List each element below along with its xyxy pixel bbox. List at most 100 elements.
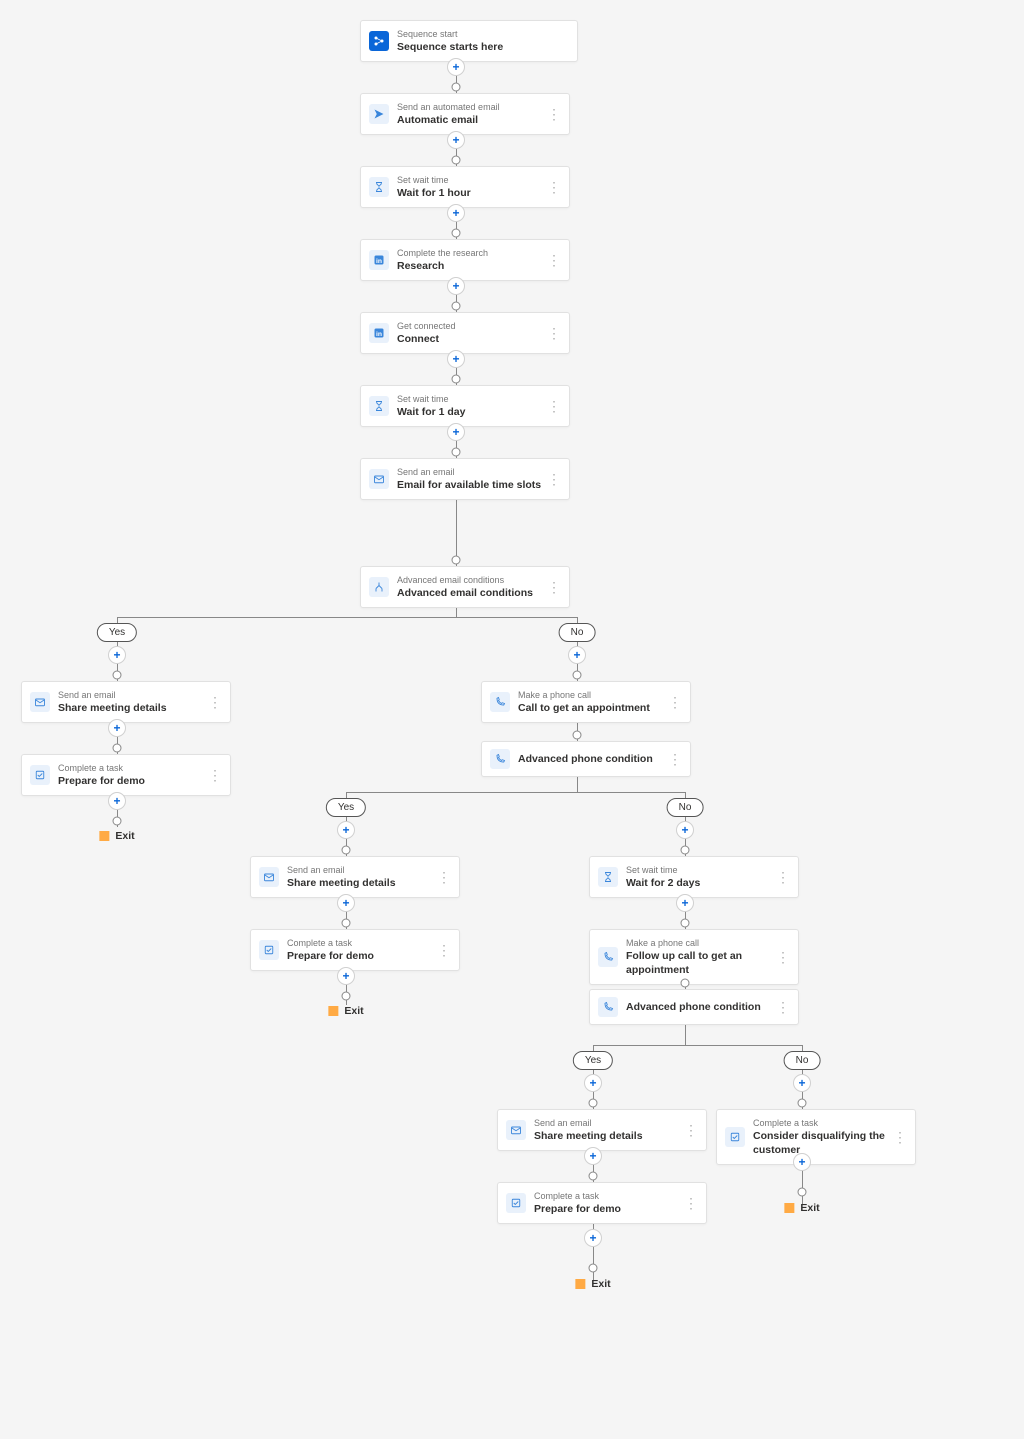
add-step-button[interactable]: +	[676, 821, 694, 839]
more-options-button[interactable]: ⋮	[776, 1002, 790, 1012]
prepare-demo-card[interactable]: Complete a task Prepare for demo ⋮	[497, 1182, 707, 1224]
add-step-button[interactable]: +	[584, 1074, 602, 1092]
yes-branch-label: Yes	[326, 798, 366, 817]
connector-dot	[681, 979, 690, 988]
add-step-button[interactable]: +	[108, 792, 126, 810]
prepare-demo-card[interactable]: Complete a task Prepare for demo ⋮	[21, 754, 231, 796]
advanced-phone-condition-card[interactable]: Advanced phone condition ⋮	[589, 989, 799, 1025]
connector	[117, 617, 578, 618]
add-step-button[interactable]: +	[793, 1153, 811, 1171]
card-subtitle: Get connected	[397, 320, 547, 332]
connector-dot	[452, 229, 461, 238]
add-step-button[interactable]: +	[793, 1074, 811, 1092]
add-step-button[interactable]: +	[108, 646, 126, 664]
advanced-email-conditions-card[interactable]: Advanced email conditions Advanced email…	[360, 566, 570, 608]
add-step-button[interactable]: +	[447, 131, 465, 149]
add-step-button[interactable]: +	[337, 967, 355, 985]
add-step-button[interactable]: +	[108, 719, 126, 737]
no-branch-label: No	[559, 623, 596, 642]
add-step-button[interactable]: +	[337, 894, 355, 912]
connector-dot	[452, 375, 461, 384]
add-step-button[interactable]: +	[447, 204, 465, 222]
connector-dot	[798, 1099, 807, 1108]
share-meeting-details-card[interactable]: Send an email Share meeting details ⋮	[250, 856, 460, 898]
wait-1h-card[interactable]: Set wait time Wait for 1 hour ⋮	[360, 166, 570, 208]
card-title: Prepare for demo	[534, 1202, 684, 1216]
add-step-button[interactable]: +	[447, 350, 465, 368]
card-title: Prepare for demo	[58, 774, 208, 788]
card-subtitle: Set wait time	[626, 864, 776, 876]
connector-dot	[113, 817, 122, 826]
disqualify-card[interactable]: Complete a task Consider disqualifying t…	[716, 1109, 916, 1165]
add-step-button[interactable]: +	[676, 894, 694, 912]
mail-icon	[30, 692, 50, 712]
more-options-button[interactable]: ⋮	[893, 1132, 907, 1142]
connect-card[interactable]: in Get connected Connect ⋮	[360, 312, 570, 354]
wait-2d-card[interactable]: Set wait time Wait for 2 days ⋮	[589, 856, 799, 898]
card-subtitle: Send an email	[534, 1117, 684, 1129]
card-subtitle: Send an email	[287, 864, 437, 876]
more-options-button[interactable]: ⋮	[547, 328, 561, 338]
mail-icon	[369, 469, 389, 489]
more-options-button[interactable]: ⋮	[547, 401, 561, 411]
more-options-button[interactable]: ⋮	[208, 697, 222, 707]
card-subtitle: Send an automated email	[397, 101, 547, 113]
connector-dot	[681, 846, 690, 855]
more-options-button[interactable]: ⋮	[437, 945, 451, 955]
card-title: Follow up call to get an appointment	[626, 949, 776, 977]
card-subtitle: Set wait time	[397, 393, 547, 405]
connector-dot	[798, 1188, 807, 1197]
prepare-demo-card[interactable]: Complete a task Prepare for demo ⋮	[250, 929, 460, 971]
card-title: Wait for 1 day	[397, 405, 547, 419]
email-slots-card[interactable]: Send an email Email for available time s…	[360, 458, 570, 500]
more-options-button[interactable]: ⋮	[547, 182, 561, 192]
add-step-button[interactable]: +	[447, 277, 465, 295]
share-meeting-details-card[interactable]: Send an email Share meeting details ⋮	[21, 681, 231, 723]
svg-text:in: in	[376, 258, 382, 265]
more-options-button[interactable]: ⋮	[776, 872, 790, 882]
yes-branch-label: Yes	[573, 1051, 613, 1070]
add-step-button[interactable]: +	[447, 423, 465, 441]
advanced-phone-condition-card[interactable]: Advanced phone condition ⋮	[481, 741, 691, 777]
card-title: Connect	[397, 332, 547, 346]
share-meeting-details-card[interactable]: Send an email Share meeting details ⋮	[497, 1109, 707, 1151]
connector-dot	[113, 744, 122, 753]
more-options-button[interactable]: ⋮	[668, 697, 682, 707]
more-options-button[interactable]: ⋮	[547, 582, 561, 592]
flag-icon	[328, 1006, 338, 1016]
card-title: Share meeting details	[534, 1129, 684, 1143]
add-step-button[interactable]: +	[584, 1229, 602, 1247]
add-step-button[interactable]: +	[337, 821, 355, 839]
add-step-button[interactable]: +	[584, 1147, 602, 1165]
add-step-button[interactable]: +	[447, 58, 465, 76]
connector	[346, 792, 686, 793]
more-options-button[interactable]: ⋮	[776, 952, 790, 962]
followup-call-card[interactable]: Make a phone call Follow up call to get …	[589, 929, 799, 985]
exit-marker: Exit	[784, 1202, 819, 1214]
automated-email-card[interactable]: Send an automated email Automatic email …	[360, 93, 570, 135]
phone-branch-icon	[598, 997, 618, 1017]
add-step-button[interactable]: +	[568, 646, 586, 664]
mail-icon	[506, 1120, 526, 1140]
more-options-button[interactable]: ⋮	[668, 754, 682, 764]
more-options-button[interactable]: ⋮	[208, 770, 222, 780]
research-card[interactable]: in Complete the research Research ⋮	[360, 239, 570, 281]
sequence-start-card[interactable]: Sequence start Sequence starts here	[360, 20, 578, 62]
card-title: Share meeting details	[287, 876, 437, 890]
more-options-button[interactable]: ⋮	[437, 872, 451, 882]
card-title: Research	[397, 259, 547, 273]
svg-text:in: in	[376, 331, 382, 338]
wait-1d-card[interactable]: Set wait time Wait for 1 day ⋮	[360, 385, 570, 427]
linkedin-icon: in	[369, 323, 389, 343]
exit-marker: Exit	[575, 1278, 610, 1290]
more-options-button[interactable]: ⋮	[547, 109, 561, 119]
connector-dot	[589, 1172, 598, 1181]
card-title: Advanced email conditions	[397, 586, 547, 600]
more-options-button[interactable]: ⋮	[684, 1125, 698, 1135]
call-appointment-card[interactable]: Make a phone call Call to get an appoint…	[481, 681, 691, 723]
more-options-button[interactable]: ⋮	[684, 1198, 698, 1208]
card-subtitle: Complete a task	[287, 937, 437, 949]
card-title: Wait for 2 days	[626, 876, 776, 890]
more-options-button[interactable]: ⋮	[547, 474, 561, 484]
more-options-button[interactable]: ⋮	[547, 255, 561, 265]
